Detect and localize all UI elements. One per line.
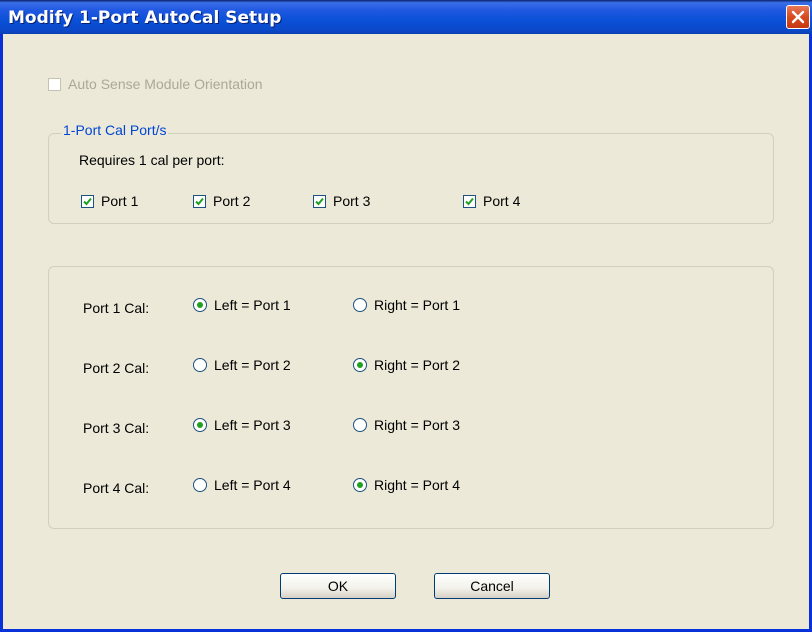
port-2-left-radio-row[interactable]: Left = Port 2 xyxy=(193,357,291,373)
port-3-right-radio[interactable] xyxy=(353,418,367,432)
cal-ports-legend: 1-Port Cal Port/s xyxy=(61,122,169,138)
port-1-checkbox-row[interactable]: Port 1 xyxy=(81,193,138,209)
port-1-right-radio-row[interactable]: Right = Port 1 xyxy=(353,297,460,313)
cancel-button[interactable]: Cancel xyxy=(434,573,550,599)
port-1-cal-label: Port 1 Cal: xyxy=(83,300,150,316)
auto-sense-label: Auto Sense Module Orientation xyxy=(68,76,263,92)
port-3-right-radio-row[interactable]: Right = Port 3 xyxy=(353,417,460,433)
dialog-window: Modify 1-Port AutoCal Setup Auto Sense M… xyxy=(0,0,812,632)
port-3-cal-label: Port 3 Cal: xyxy=(83,420,150,436)
port-3-label: Port 3 xyxy=(333,193,371,209)
port-2-right-radio-row[interactable]: Right = Port 2 xyxy=(353,357,460,373)
port-2-checkbox-row[interactable]: Port 2 xyxy=(193,193,250,209)
radio-dot xyxy=(197,302,203,308)
close-icon xyxy=(791,10,805,24)
port-4-right-radio-row[interactable]: Right = Port 4 xyxy=(353,477,460,493)
port-3-left-radio-row[interactable]: Left = Port 3 xyxy=(193,417,291,433)
port-1-right-radio[interactable] xyxy=(353,298,367,312)
port-4-left-radio-row[interactable]: Left = Port 4 xyxy=(193,477,291,493)
port-4-left-label: Left = Port 4 xyxy=(214,477,291,493)
port-2-checkbox[interactable] xyxy=(193,194,206,208)
port-3-left-radio[interactable] xyxy=(193,418,207,432)
radio-dot xyxy=(357,482,363,488)
port-3-checkbox[interactable] xyxy=(313,194,326,208)
port-2-cal-label: Port 2 Cal: xyxy=(83,360,150,376)
checkmark-icon xyxy=(315,197,324,205)
auto-sense-checkbox[interactable] xyxy=(48,77,61,91)
port-1-right-label: Right = Port 1 xyxy=(374,297,460,313)
port-4-cal-label: Port 4 Cal: xyxy=(83,480,150,496)
radio-dot xyxy=(197,422,203,428)
port-4-right-radio[interactable] xyxy=(353,478,367,492)
title-bar[interactable]: Modify 1-Port AutoCal Setup xyxy=(0,0,812,34)
port-4-label: Port 4 xyxy=(483,193,521,209)
port-4-right-label: Right = Port 4 xyxy=(374,477,460,493)
port-4-left-radio[interactable] xyxy=(193,478,207,492)
port-2-label: Port 2 xyxy=(213,193,251,209)
port-2-right-label: Right = Port 2 xyxy=(374,357,460,373)
checkmark-icon xyxy=(83,197,92,205)
cal-ports-note: Requires 1 cal per port: xyxy=(79,152,225,168)
port-4-checkbox[interactable] xyxy=(463,194,476,208)
port-1-checkbox[interactable] xyxy=(81,194,94,208)
auto-sense-checkbox-row[interactable]: Auto Sense Module Orientation xyxy=(48,76,263,92)
port-1-label: Port 1 xyxy=(101,193,139,209)
cal-ports-groupbox xyxy=(48,133,774,224)
port-4-checkbox-row[interactable]: Port 4 xyxy=(463,193,520,209)
radio-dot xyxy=(357,362,363,368)
port-2-left-radio[interactable] xyxy=(193,358,207,372)
port-1-left-label: Left = Port 1 xyxy=(214,297,291,313)
port-3-checkbox-row[interactable]: Port 3 xyxy=(313,193,370,209)
window-title: Modify 1-Port AutoCal Setup xyxy=(8,8,282,28)
ok-button[interactable]: OK xyxy=(280,573,396,599)
port-3-right-label: Right = Port 3 xyxy=(374,417,460,433)
checkmark-icon xyxy=(465,197,474,205)
port-1-left-radio-row[interactable]: Left = Port 1 xyxy=(193,297,291,313)
port-3-left-label: Left = Port 3 xyxy=(214,417,291,433)
close-button[interactable] xyxy=(786,5,810,29)
port-2-right-radio[interactable] xyxy=(353,358,367,372)
port-1-left-radio[interactable] xyxy=(193,298,207,312)
checkmark-icon xyxy=(195,197,204,205)
port-2-left-label: Left = Port 2 xyxy=(214,357,291,373)
